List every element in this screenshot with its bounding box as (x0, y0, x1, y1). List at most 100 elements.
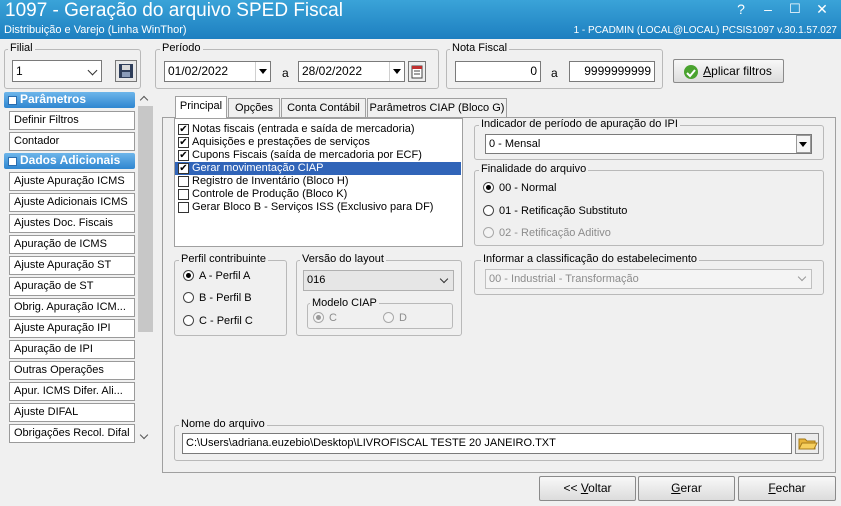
check-bloco-b[interactable]: Gerar Bloco B - Serviços ISS (Exclusivo … (175, 201, 461, 214)
sidebar-item[interactable]: Apuração de ST (9, 277, 135, 296)
check-label: Gerar movimentação CIAP (192, 162, 324, 174)
sidebar-item[interactable]: Obrigações Recol. Difal (9, 424, 135, 443)
maximize-icon[interactable]: ☐ (785, 1, 805, 19)
checkbox-checked-icon[interactable]: ✔ (178, 137, 189, 148)
sidebar-item[interactable]: Apuração de ICMS (9, 235, 135, 254)
sidebar-item[interactable]: Ajustes Doc. Fiscais (9, 214, 135, 233)
sidebar-item[interactable]: Outras Operações (9, 361, 135, 380)
help-icon[interactable]: ? (731, 1, 751, 19)
save-button[interactable] (115, 60, 137, 82)
check-inventario[interactable]: Registro de Inventário (Bloco H) (175, 175, 461, 188)
radio-icon[interactable] (183, 292, 194, 303)
minimize-icon[interactable]: – (758, 1, 778, 19)
radio-selected-icon (313, 312, 324, 323)
ipi-value: 0 - Mensal (489, 138, 541, 150)
checkbox-checked-icon[interactable]: ✔ (178, 163, 189, 174)
nota-start-input[interactable]: 0 (455, 61, 541, 82)
generate-button[interactable]: Gerar (638, 476, 735, 501)
sidebar-item-definir-filtros[interactable]: Definir Filtros (9, 111, 135, 130)
radio-ciap-d: D (383, 312, 407, 325)
checkbox-checked-icon[interactable]: ✔ (178, 150, 189, 161)
section-dados-adicionais[interactable]: Dados Adicionais (4, 153, 135, 169)
apply-filters-label: plicar filtros (711, 64, 772, 78)
radio-perfil-c[interactable]: C - Perfil C (183, 315, 253, 328)
checkbox-checked-icon[interactable]: ✔ (178, 124, 189, 135)
chevron-down-icon (797, 272, 807, 282)
chevron-down-icon (393, 69, 401, 74)
close-label: echar (775, 481, 806, 495)
check-label: Registro de Inventário (Bloco H) (192, 175, 349, 187)
sidebar-item[interactable]: Apuração de IPI (9, 340, 135, 359)
apply-filters-accel: A (703, 64, 712, 78)
generate-accel: G (671, 481, 681, 495)
check-aquisicoes[interactable]: ✔ Aquisições e prestações de serviços (175, 136, 461, 149)
close-icon[interactable]: ✕ (812, 1, 832, 19)
close-button[interactable]: Fechar (738, 476, 836, 501)
checkbox-icon[interactable] (178, 176, 189, 187)
filial-value: 1 (16, 64, 23, 78)
calendar-button[interactable] (408, 61, 426, 82)
radio-icon[interactable] (483, 205, 494, 216)
nota-separator: a (551, 66, 558, 80)
user-info: 1 - PCADMIN (LOCAL@LOCAL) PCSIS1097 v.30… (573, 25, 837, 36)
arquivo-input[interactable]: C:\Users\adriana.euzebio\Desktop\LIVROFI… (182, 433, 792, 454)
versao-label: Versão do layout (300, 253, 386, 265)
radio-ciap-c: C (313, 312, 337, 325)
radio-icon (483, 227, 494, 238)
section-parametros[interactable]: Parâmetros (4, 92, 135, 108)
radio-normal[interactable]: 00 - Normal (483, 182, 556, 195)
check-controle-producao[interactable]: Controle de Produção (Bloco K) (175, 188, 461, 201)
check-label: Cupons Fiscais (saída de mercadoria por … (192, 149, 422, 161)
window-title: 1097 - Geração do arquivo SPED Fiscal (5, 0, 343, 21)
chevron-down-icon (87, 65, 98, 76)
chevron-down-icon (439, 274, 449, 284)
chevron-down-icon[interactable] (139, 430, 149, 440)
checkbox-icon[interactable] (178, 189, 189, 200)
checkbox-icon[interactable] (178, 202, 189, 213)
calendar-dropdown[interactable] (389, 62, 404, 81)
sidebar-scroll-thumb[interactable] (138, 106, 153, 332)
check-icon (684, 65, 698, 79)
sidebar-item[interactable]: Ajuste Apuração IPI (9, 319, 135, 338)
radio-retificacao-substituto[interactable]: 01 - Retificação Substituto (483, 205, 627, 218)
sidebar-item[interactable]: Ajuste Apuração ST (9, 256, 135, 275)
radio-label: C (329, 312, 337, 324)
check-notas-fiscais[interactable]: ✔ Notas fiscais (entrada e saída de merca… (175, 123, 461, 136)
calendar-dropdown[interactable] (255, 62, 270, 81)
chevron-up-icon[interactable] (139, 95, 149, 105)
tab-parametros-ciap[interactable]: Parâmetros CIAP (Bloco G) (367, 98, 507, 117)
periodo-separator: a (282, 66, 289, 80)
date-end-input[interactable]: 28/02/2022 (298, 61, 405, 82)
browse-button[interactable] (795, 433, 819, 454)
check-cupons-fiscais[interactable]: ✔ Cupons Fiscais (saída de mercadoria por… (175, 149, 461, 162)
radio-icon[interactable] (183, 315, 194, 326)
close-accel: F (768, 481, 776, 495)
classificacao-label: Informar a classificação do estabelecime… (481, 253, 699, 265)
radio-selected-icon[interactable] (483, 182, 494, 193)
apply-filters-button[interactable]: Aplicar filtros (673, 59, 784, 83)
sidebar-item-contador[interactable]: Contador (9, 132, 135, 151)
back-button[interactable]: << Voltar (539, 476, 636, 501)
window-subtitle: Distribuição e Varejo (Linha WinThor) (4, 24, 187, 36)
check-label: Controle de Produção (Bloco K) (192, 188, 348, 200)
check-gerar-ciap[interactable]: ✔ Gerar movimentação CIAP (175, 162, 461, 175)
radio-selected-icon[interactable] (183, 270, 194, 281)
ipi-dropdown[interactable] (796, 135, 811, 153)
radio-perfil-a[interactable]: A - Perfil A (183, 270, 250, 283)
chevron-down-icon (799, 142, 807, 147)
filial-select[interactable]: 1 (12, 60, 102, 82)
tab-opcoes[interactable]: Opções (228, 98, 280, 117)
sidebar-item[interactable]: Apur. ICMS Difer. Ali... (9, 382, 135, 401)
tab-principal[interactable]: Principal (175, 96, 227, 118)
sidebar-item[interactable]: Ajuste Apuração ICMS (9, 172, 135, 191)
radio-perfil-b[interactable]: B - Perfil B (183, 292, 252, 305)
sidebar-item[interactable]: Ajuste Adicionais ICMS (9, 193, 135, 212)
tab-conta-contabil[interactable]: Conta Contábil (281, 98, 366, 117)
ipi-select[interactable]: 0 - Mensal (485, 134, 812, 154)
versao-select[interactable]: 016 (303, 270, 454, 291)
sidebar-item[interactable]: Ajuste DIFAL (9, 403, 135, 422)
nota-end-input[interactable]: 9999999999 (569, 61, 655, 82)
date-start-input[interactable]: 01/02/2022 (164, 61, 271, 82)
radio-label: D (399, 312, 407, 324)
sidebar-item[interactable]: Obrig. Apuração ICM... (9, 298, 135, 317)
